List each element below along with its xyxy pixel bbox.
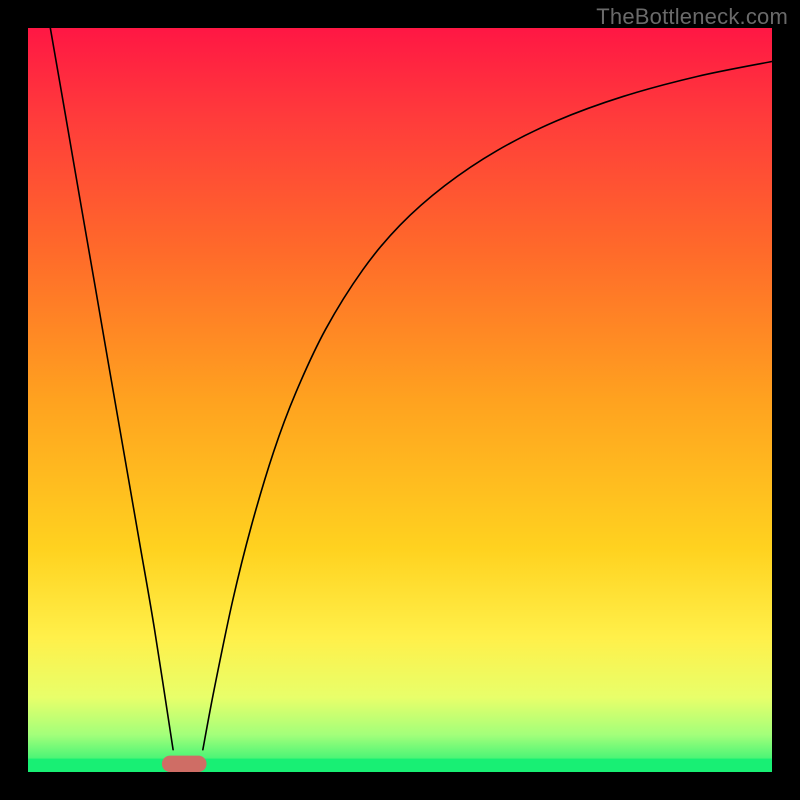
vertex-marker [162,756,207,772]
bottleneck-chart [0,0,800,800]
watermark-text: TheBottleneck.com [596,4,788,30]
plot-background [28,28,772,772]
bottom-green-band [28,759,772,772]
chart-frame: TheBottleneck.com [0,0,800,800]
